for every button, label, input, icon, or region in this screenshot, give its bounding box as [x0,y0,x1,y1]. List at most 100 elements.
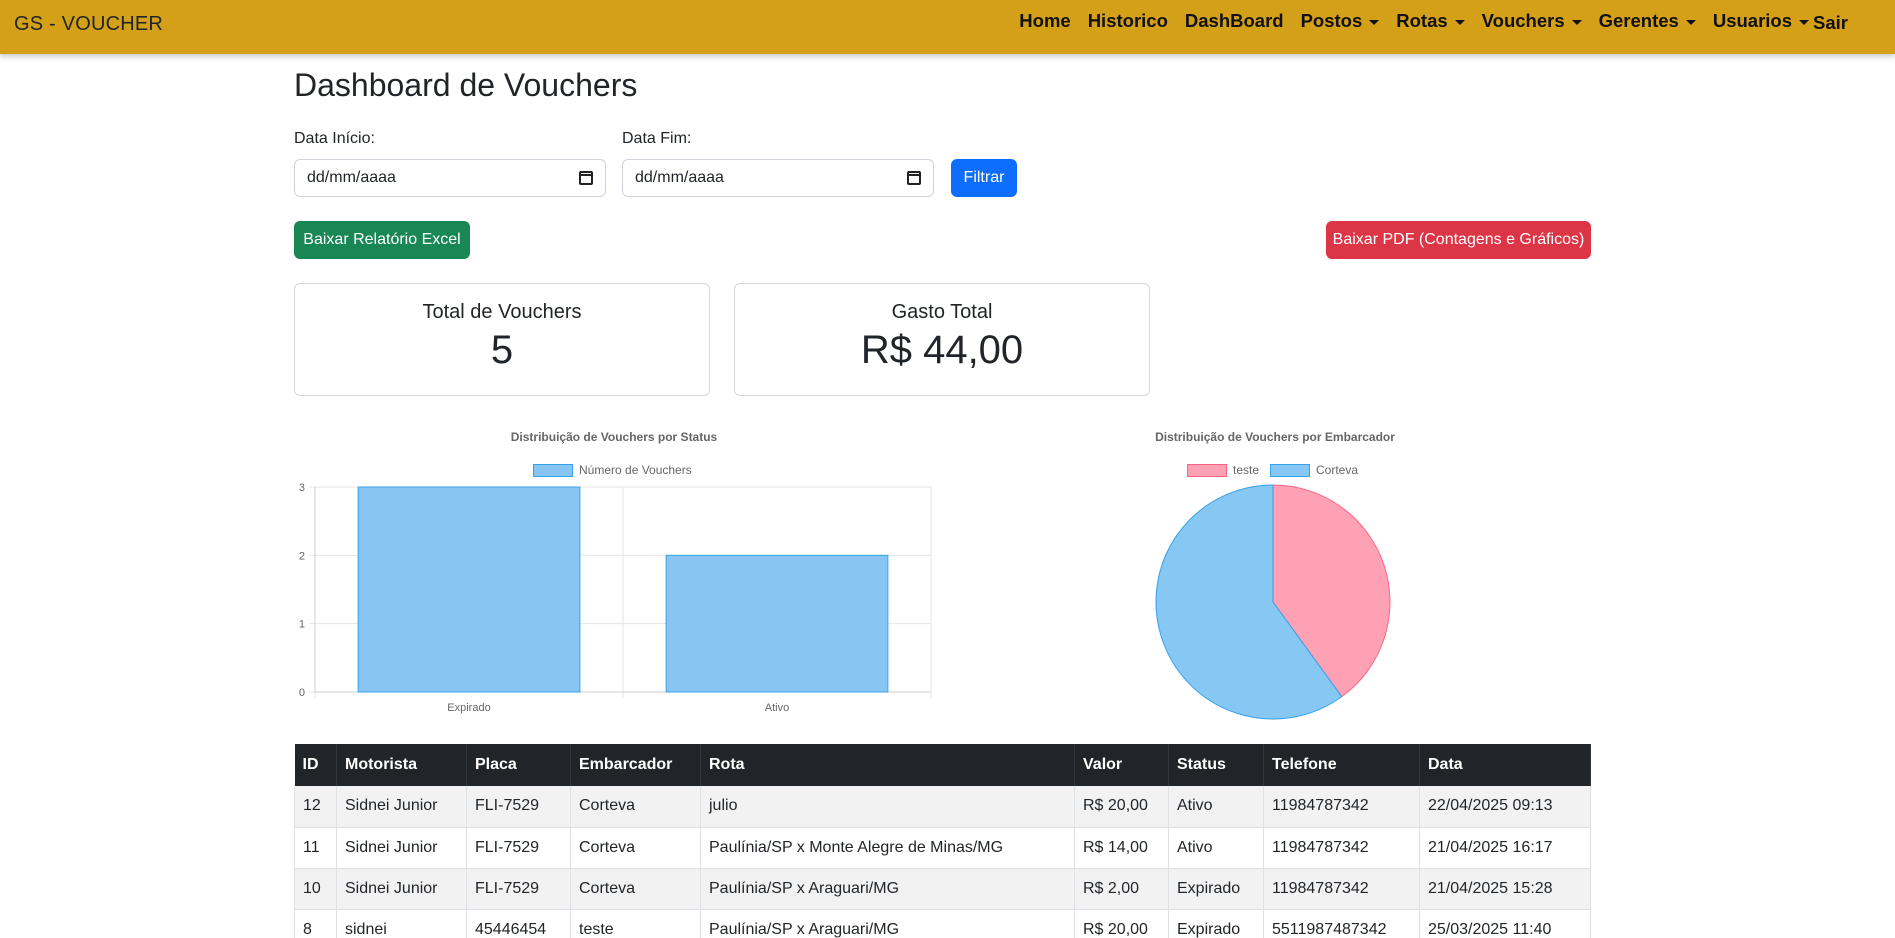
cell-status: Ativo [1168,786,1264,828]
page-title: Dashboard de Vouchers [294,67,638,103]
bar-ativo [665,554,889,693]
cell-status: Ativo [1168,827,1264,869]
nav-gerentes-label: Gerentes [1598,10,1679,31]
table-row: 11 Sidnei Junior FLI-7529 Corteva Paulín… [294,827,1591,869]
cell-data: 21/04/2025 16:17 [1419,827,1591,869]
nav-postos-dropdown[interactable]: Postos [1301,10,1380,32]
status-bar-chart: 0 1 2 3 Expirado Ativo [299,482,932,714]
cell-data: 21/04/2025 15:28 [1419,868,1591,910]
calendar-icon[interactable] [907,171,921,185]
col-id: ID [294,744,337,786]
nav-usuarios-dropdown[interactable]: Usuarios [1713,10,1809,32]
cell-placa: FLI-7529 [466,827,571,869]
y-tick-label: 1 [299,619,305,631]
total-spent-card: Gasto Total R$ 44,00 [734,283,1150,396]
col-valor: Valor [1074,744,1169,786]
top-navbar: GS - VOUCHER Home Historico DashBoard Po… [0,0,1895,54]
total-vouchers-title: Total de Vouchers [422,301,582,323]
corteva-legend-swatch [1270,463,1310,477]
start-date-label: Data Início: [294,130,375,147]
corteva-legend-label: Corteva [1316,463,1359,477]
filter-button[interactable]: Filtrar [951,159,1017,197]
vouchers-table: ID Motorista Placa Embarcador Rota Valor… [294,744,1591,938]
cell-id: 8 [294,909,337,938]
table-row: 10 Sidnei Junior FLI-7529 Corteva Paulín… [294,868,1591,910]
end-date-label: Data Fim: [622,130,692,147]
col-status: Status [1168,744,1264,786]
cell-motorista: Sidnei Junior [336,827,467,869]
cell-id: 12 [294,786,337,828]
cell-data: 22/04/2025 09:13 [1419,786,1591,828]
shipper-pie-chart [1155,484,1391,720]
cell-embarcador: Corteva [570,786,701,828]
cell-status: Expirado [1168,909,1264,938]
col-data: Data [1419,744,1591,786]
nav-historico-label: Historico [1087,10,1168,31]
nav-historico[interactable]: Historico [1088,10,1168,32]
cell-embarcador: teste [570,909,701,938]
bar-expirado [357,486,581,693]
cell-data: 25/03/2025 11:40 [1419,909,1591,938]
end-date-input[interactable]: dd/mm/aaaa [622,159,934,197]
calendar-icon[interactable] [579,171,593,185]
download-excel-button[interactable]: Baixar Relatório Excel [294,221,470,259]
shipper-legend-corteva[interactable]: Corteva [1270,463,1358,477]
teste-legend-label: teste [1233,463,1260,477]
y-tick-label: 3 [299,482,305,494]
nav-vouchers-dropdown[interactable]: Vouchers [1482,10,1582,32]
shipper-legend-teste[interactable]: teste [1187,463,1259,477]
col-telefone: Telefone [1263,744,1420,786]
caret-down-icon [1799,19,1809,25]
nav-postos-label: Postos [1300,10,1363,31]
cell-embarcador: Corteva [570,827,701,869]
y-tick-label: 0 [299,687,305,699]
cell-placa: 45446454 [466,909,571,938]
start-date-input[interactable]: dd/mm/aaaa [294,159,606,197]
cell-motorista: Sidnei Junior [336,868,467,910]
nav-links: Home Historico DashBoard Postos Rotas Vo… [1019,10,1809,32]
cell-id: 11 [294,827,337,869]
shipper-chart-title: Distribuição de Vouchers por Embarcador [1155,430,1395,444]
caret-down-icon [1454,19,1465,25]
total-vouchers-value: 5 [490,328,514,372]
start-date-placeholder: dd/mm/aaaa [307,169,396,186]
x-tick-label: Expirado [447,702,490,714]
cell-rota: Paulínia/SP x Araguari/MG [700,909,1075,938]
cell-motorista: Sidnei Junior [336,786,467,828]
table-row: 8 sidnei 45446454 teste Paulínia/SP x Ar… [294,909,1591,938]
cell-id: 10 [294,868,337,910]
cell-telefone: 5511987487342 [1263,909,1420,938]
nav-dashboard-label: DashBoard [1184,10,1284,31]
total-spent-title: Gasto Total [891,301,993,323]
cell-placa: FLI-7529 [466,786,571,828]
cell-rota: Paulínia/SP x Monte Alegre de Minas/MG [700,827,1075,869]
col-placa: Placa [466,744,571,786]
nav-vouchers-label: Vouchers [1481,10,1565,31]
caret-down-icon [1685,19,1696,25]
brand-logo[interactable]: GS - VOUCHER [14,13,163,36]
col-rota: Rota [700,744,1075,786]
download-pdf-button[interactable]: Baixar PDF (Contagens e Gráficos) [1326,221,1591,259]
cell-telefone: 11984787342 [1263,827,1420,869]
cell-valor: R$ 20,00 [1074,786,1169,828]
total-spent-value: R$ 44,00 [860,328,1024,372]
cell-rota: Paulínia/SP x Araguari/MG [700,868,1075,910]
cell-placa: FLI-7529 [466,868,571,910]
total-vouchers-card: Total de Vouchers 5 [294,283,710,396]
cell-telefone: 11984787342 [1263,786,1420,828]
nav-home[interactable]: Home [1019,10,1070,32]
cell-valor: R$ 14,00 [1074,827,1169,869]
nav-dashboard[interactable]: DashBoard [1185,10,1284,32]
teste-legend-swatch [1187,463,1227,477]
nav-gerentes-dropdown[interactable]: Gerentes [1599,10,1696,32]
cell-valor: R$ 20,00 [1074,909,1169,938]
cell-motorista: sidnei [336,909,467,938]
nav-rotas-label: Rotas [1396,10,1448,31]
nav-rotas-dropdown[interactable]: Rotas [1396,10,1465,32]
col-embarcador: Embarcador [570,744,701,786]
status-chart-title: Distribuição de Vouchers por Status [510,430,718,444]
logout-link[interactable]: Sair [1813,12,1848,34]
caret-down-icon [1369,19,1380,25]
cell-rota: julio [700,786,1075,828]
y-tick-label: 2 [299,550,305,562]
